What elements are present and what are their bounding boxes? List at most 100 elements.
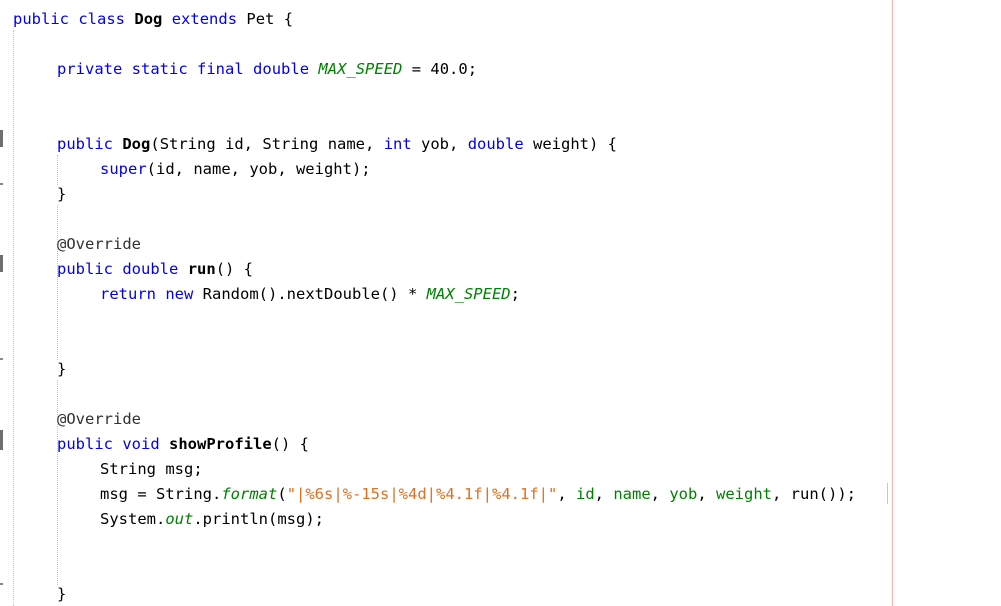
code-line[interactable] — [0, 307, 109, 332]
code-token: ( — [150, 135, 160, 153]
code-line[interactable] — [0, 332, 109, 357]
code-line[interactable]: public double run() { — [0, 257, 253, 282]
code-token: return — [100, 285, 156, 303]
code-line[interactable] — [0, 382, 66, 407]
code-token: ( — [277, 485, 287, 503]
code-token: format — [221, 485, 278, 503]
code-line[interactable]: public class Dog extends Pet { — [0, 7, 293, 32]
code-token: yob, — [411, 135, 468, 153]
code-line[interactable] — [0, 82, 66, 107]
code-token: . — [212, 485, 222, 503]
code-token: name — [613, 485, 651, 503]
code-token: weight) { — [523, 135, 618, 153]
code-token: ; — [467, 60, 478, 78]
code-token: , — [594, 485, 614, 503]
code-token: String — [100, 460, 156, 478]
code-token: private — [57, 60, 123, 78]
code-token: public — [57, 135, 113, 153]
code-token: final — [197, 60, 244, 78]
code-token: double — [122, 260, 179, 278]
code-line[interactable]: String msg; — [0, 457, 203, 482]
code-token: public — [13, 10, 69, 28]
code-token: . — [156, 510, 166, 528]
code-token: double — [253, 60, 310, 78]
code-line[interactable]: } — [0, 582, 66, 606]
code-line[interactable] — [0, 532, 109, 557]
code-line[interactable] — [0, 207, 66, 232]
text-caret — [887, 483, 888, 504]
code-token: } — [57, 360, 67, 378]
code-token: String — [156, 485, 212, 503]
code-token: id — [575, 485, 595, 503]
code-token: "|%6s|%-15s|%4d|%4.1f|%4.1f|" — [286, 485, 558, 503]
code-token: (id, name, yob, weight); — [146, 160, 371, 178]
code-line[interactable]: } — [0, 182, 66, 207]
code-token: name, — [318, 135, 384, 153]
code-token: .println(msg); — [193, 510, 324, 528]
code-token: , — [697, 485, 716, 503]
code-line[interactable]: @Override — [0, 407, 141, 432]
code-token: public — [57, 260, 113, 278]
code-token: weight — [716, 485, 772, 503]
code-token: String — [159, 135, 216, 153]
code-token: = — [402, 60, 431, 78]
code-token: () { — [215, 260, 254, 278]
code-token: msg = — [100, 485, 156, 503]
code-token: , run()); — [772, 485, 856, 503]
code-token: Random().nextDouble() * — [193, 285, 427, 303]
code-token: @Override — [57, 235, 141, 253]
code-token: msg; — [156, 460, 203, 478]
code-token: MAX_SPEED — [318, 60, 403, 78]
code-line[interactable]: private static final double MAX_SPEED = … — [0, 57, 477, 82]
code-line[interactable]: msg = String.format("|%6s|%-15s|%4d|%4.1… — [0, 482, 856, 507]
code-line[interactable]: public Dog(String id, String name, int y… — [0, 132, 617, 157]
code-token: MAX_SPEED — [426, 285, 511, 303]
code-token: Pet — [246, 10, 275, 28]
code-token: public — [57, 435, 113, 453]
code-token: new — [165, 285, 194, 303]
code-line[interactable]: @Override — [0, 232, 141, 257]
code-line[interactable]: System.out.println(msg); — [0, 507, 324, 532]
code-token: int — [383, 135, 412, 153]
code-token: System — [100, 510, 156, 528]
code-line[interactable]: super(id, name, yob, weight); — [0, 157, 371, 182]
code-token: } — [57, 185, 67, 203]
code-token: void — [122, 435, 160, 453]
code-token: super — [100, 160, 147, 178]
code-token: double — [467, 135, 524, 153]
code-token: class — [78, 10, 126, 28]
code-token: , — [650, 485, 670, 503]
code-line[interactable] — [0, 107, 66, 132]
code-token: Dog — [122, 135, 151, 153]
code-token: run — [187, 260, 216, 278]
code-line[interactable]: public void showProfile() { — [0, 432, 309, 457]
code-token: } — [57, 585, 67, 603]
code-line[interactable] — [0, 32, 22, 57]
code-editor-canvas[interactable]: public class Dog extends Pet { private s… — [0, 0, 1001, 606]
code-token: static — [131, 60, 188, 78]
code-token: Dog — [134, 10, 163, 28]
code-line[interactable]: } — [0, 357, 66, 382]
code-token: , — [557, 485, 576, 503]
code-line[interactable]: return new Random().nextDouble() * MAX_S… — [0, 282, 520, 307]
code-token: 40.0 — [430, 60, 468, 78]
code-token: showProfile — [169, 435, 272, 453]
code-token: extends — [171, 10, 238, 28]
code-token: { — [274, 10, 294, 28]
code-token: yob — [669, 485, 698, 503]
code-token: id, — [215, 135, 263, 153]
code-line[interactable] — [0, 557, 109, 582]
code-token: out — [165, 510, 194, 528]
